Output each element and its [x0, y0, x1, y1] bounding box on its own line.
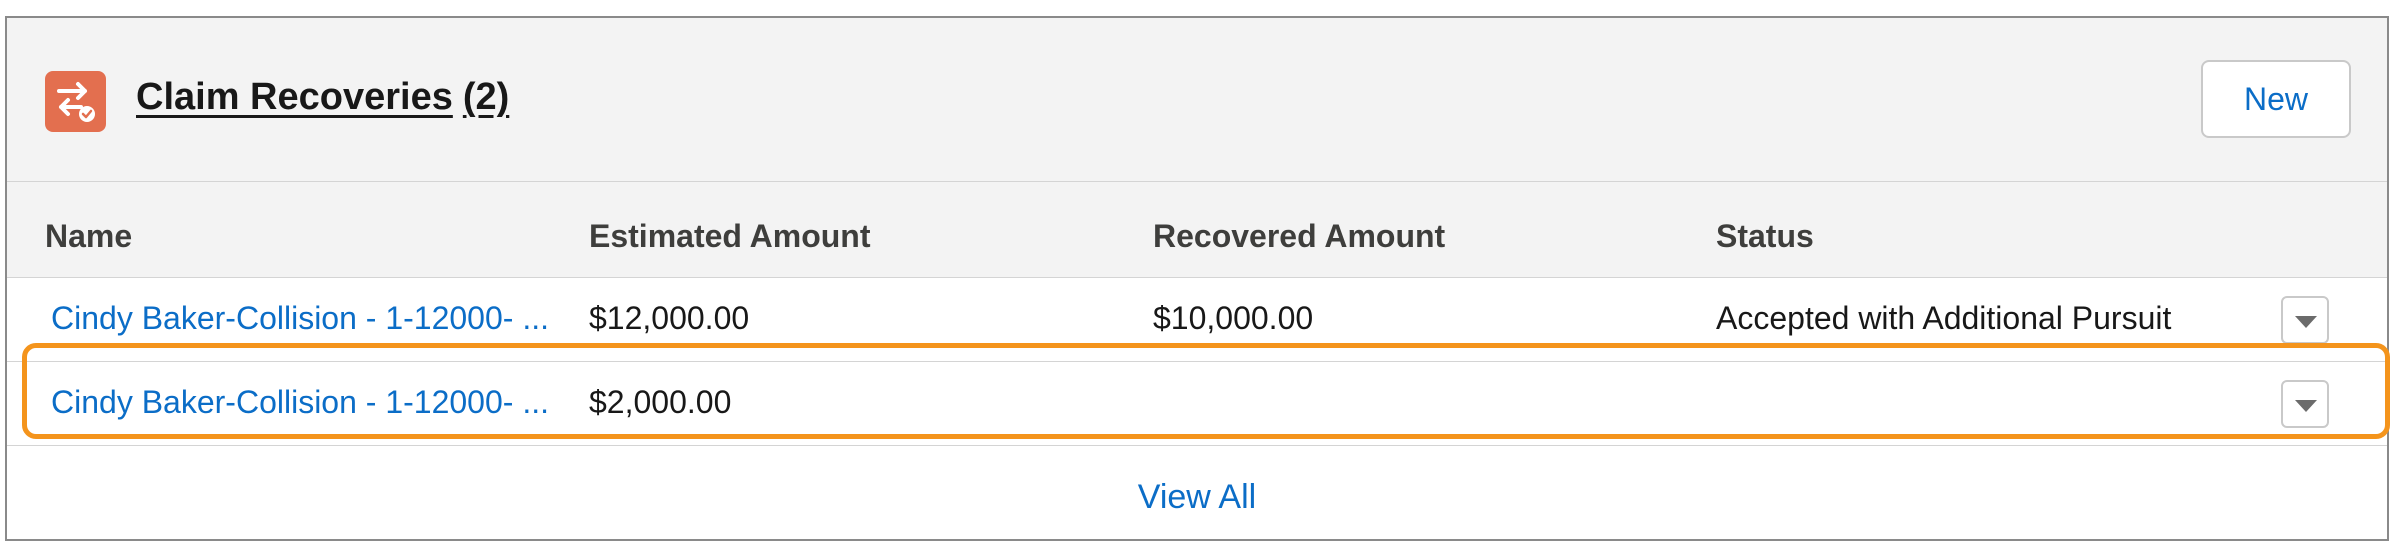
row-actions-button[interactable] [2281, 296, 2329, 344]
view-all-link[interactable]: View All [1138, 478, 1256, 516]
table-header: Name Estimated Amount Recovered Amount S… [7, 181, 2387, 278]
chevron-down-icon [2295, 400, 2317, 412]
status-cell: Accepted with Additional Pursuit [1716, 300, 2172, 336]
table-row: Cindy Baker-Collision - 1-12000- ... $2,… [7, 362, 2387, 446]
row-actions-button[interactable] [2281, 380, 2329, 428]
column-header-estimated-amount[interactable]: Estimated Amount [589, 218, 871, 255]
record-name-link[interactable]: Cindy Baker-Collision - 1-12000- ... [51, 384, 557, 421]
card-footer: View All [7, 478, 2387, 517]
chevron-down-icon [2295, 316, 2317, 328]
card-header: Claim Recoveries (2) New [7, 18, 2387, 181]
estimated-amount-cell: $12,000.00 [589, 300, 750, 336]
recovered-amount-cell: $10,000.00 [1153, 300, 1314, 336]
card-title-link[interactable]: Claim Recoveries (2) [136, 76, 509, 126]
new-button[interactable]: New [2201, 60, 2351, 138]
claim-recoveries-card: Claim Recoveries (2) New Name Estimated … [5, 16, 2389, 541]
table-row: Cindy Baker-Collision - 1-12000- ... $12… [7, 278, 2387, 362]
claim-recovery-icon [45, 71, 106, 132]
estimated-amount-cell: $2,000.00 [589, 384, 732, 420]
card-title: Claim Recoveries [136, 76, 453, 118]
column-header-name[interactable]: Name [45, 218, 132, 255]
record-name-link[interactable]: Cindy Baker-Collision - 1-12000- ... [51, 300, 557, 337]
column-header-recovered-amount[interactable]: Recovered Amount [1153, 218, 1445, 255]
record-count: (2) [462, 76, 510, 118]
column-header-status[interactable]: Status [1716, 218, 1814, 255]
